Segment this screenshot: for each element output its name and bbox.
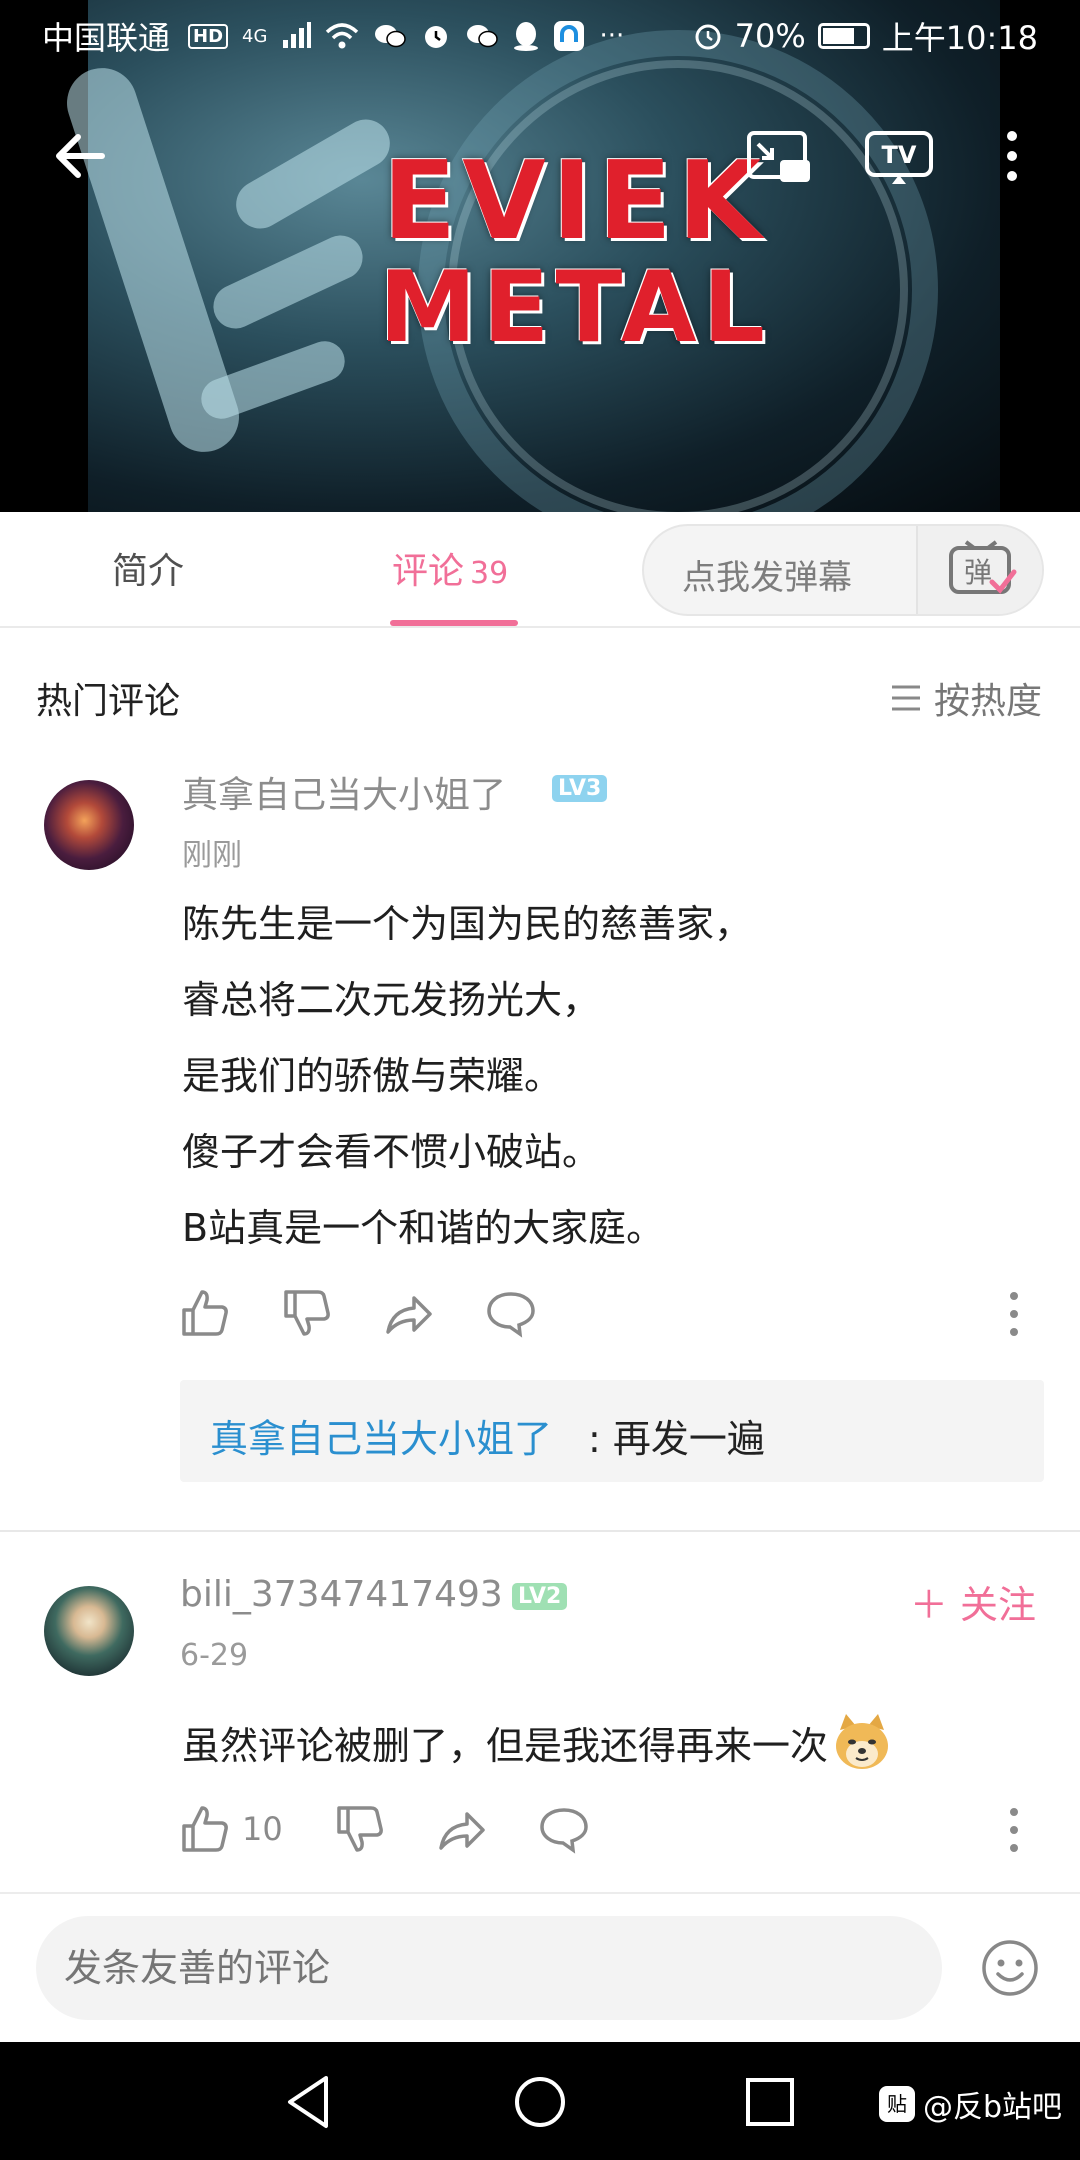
reply-icon[interactable]: [539, 1804, 589, 1854]
nav-home-icon[interactable]: [510, 2072, 570, 2132]
doge-emoji-icon: [836, 1714, 889, 1769]
comment-body: 虽然评论被删了，但是我还得再来一次: [182, 1712, 892, 1772]
tv-cast-icon[interactable]: TV: [864, 130, 934, 186]
level-badge: LV2: [512, 1583, 568, 1610]
comment-more-icon[interactable]: [1008, 1806, 1020, 1854]
tieba-logo: 贴: [878, 2086, 915, 2122]
reply-text: : 再发一遍: [588, 1417, 765, 1461]
sort-label: 按热度: [933, 681, 1042, 722]
hd-badge: HD: [188, 23, 229, 49]
qq-icon: [514, 22, 539, 51]
app-icon: [554, 21, 585, 51]
like-count: 10: [242, 1810, 283, 1848]
danmaku-input-button[interactable]: 点我发弹幕 弹: [642, 524, 1044, 616]
like-icon[interactable]: [180, 1804, 230, 1854]
video-player[interactable]: EVIEK METAL 中国联通 HD 4G ··· 70% 上午10:18 T…: [0, 0, 1080, 512]
comment-actions: [180, 1288, 536, 1338]
status-bar: 中国联通 HD 4G ··· 70% 上午10:18: [0, 0, 1080, 72]
video-title-art: EVIEK METAL: [379, 139, 771, 365]
comment-time: 刚刚: [182, 838, 242, 873]
comment-line: 睿总将二次元发扬光大，: [182, 978, 601, 1022]
more-options-icon[interactable]: [1002, 126, 1022, 186]
level-badge: LV3: [552, 775, 608, 802]
clock: 上午10:18: [881, 19, 1038, 57]
signal-icon: [283, 22, 312, 48]
reply-icon[interactable]: [486, 1288, 536, 1338]
nav-back-icon[interactable]: [280, 2072, 340, 2132]
comment-line: 陈先生是一个为国为民的慈善家，: [182, 902, 753, 946]
comment-body: 陈先生是一个为国为民的慈善家， 睿总将二次元发扬光大， 是我们的骄傲与荣耀。 傻…: [182, 886, 752, 1266]
wechat-icon: [375, 25, 407, 48]
alarm-clock-icon: [695, 24, 721, 50]
danmaku-toggle-button[interactable]: 弹: [916, 526, 1042, 614]
battery-percent: 70%: [734, 17, 806, 55]
carrier-label: 中国联通: [42, 19, 171, 57]
section-title: 热门评论: [36, 681, 181, 722]
avatar[interactable]: [44, 1586, 134, 1676]
danmaku-icon: 弹: [949, 540, 1017, 594]
comment-text: 虽然评论被删了，但是我还得再来一次: [182, 1723, 829, 1768]
comment-line: 是我们的骄傲与荣耀。: [182, 1054, 563, 1098]
comment-line: 傻子才会看不惯小破站。: [182, 1130, 601, 1174]
like-icon[interactable]: [180, 1288, 230, 1338]
comment-line: B站真是一个和谐的大家庭。: [182, 1206, 665, 1250]
network-label: 4G: [242, 25, 268, 47]
comment-username[interactable]: 真拿自己当大小姐了: [182, 766, 506, 818]
share-icon[interactable]: [384, 1288, 434, 1338]
picture-in-picture-icon[interactable]: [746, 130, 812, 186]
comment-count: 39: [470, 556, 509, 591]
dislike-icon[interactable]: [335, 1804, 385, 1854]
comment-username[interactable]: bili_37347417493: [180, 1574, 503, 1615]
more-notifications-icon: ···: [599, 21, 625, 51]
watermark: 贴 @反b站吧: [878, 2082, 1062, 2126]
comment-input-bar: [0, 1892, 1080, 2042]
avatar[interactable]: [44, 780, 134, 870]
comment-more-icon[interactable]: [1008, 1290, 1020, 1338]
reply-username[interactable]: 真拿自己当大小姐了: [210, 1408, 552, 1463]
tab-comments[interactable]: 评论 39: [392, 542, 508, 594]
emoji-icon[interactable]: [980, 1938, 1040, 1998]
follow-button[interactable]: ＋ 关注: [910, 1574, 1036, 1629]
comment-time: 6-29: [180, 1638, 249, 1673]
active-tab-indicator: [390, 620, 518, 626]
svg-text:弹: 弹: [964, 556, 992, 589]
watermark-text: @反b站吧: [922, 2090, 1062, 2125]
tab-intro[interactable]: 简介: [112, 542, 184, 594]
back-arrow-icon[interactable]: [50, 126, 110, 186]
menu-icon: [891, 685, 920, 711]
dislike-icon[interactable]: [282, 1288, 332, 1338]
alarm-icon: [425, 26, 448, 48]
divider: [0, 1530, 1080, 1532]
tab-comments-label: 评论: [392, 551, 465, 592]
reply-preview[interactable]: 真拿自己当大小姐了 : 再发一遍: [180, 1380, 1044, 1482]
wechat-icon-2: [467, 25, 499, 48]
nav-recents-icon[interactable]: [740, 2072, 800, 2132]
share-icon[interactable]: [437, 1804, 487, 1854]
battery-icon: [817, 23, 870, 49]
comment-actions: 10: [180, 1804, 589, 1854]
system-navigation-bar: 贴 @反b站吧: [0, 2042, 1080, 2160]
wifi-icon: [326, 23, 359, 49]
svg-text:TV: TV: [882, 141, 917, 169]
sort-button[interactable]: 按热度: [890, 672, 1042, 724]
comment-input[interactable]: [36, 1916, 942, 2020]
danmaku-placeholder: 点我发弹幕: [682, 558, 852, 598]
